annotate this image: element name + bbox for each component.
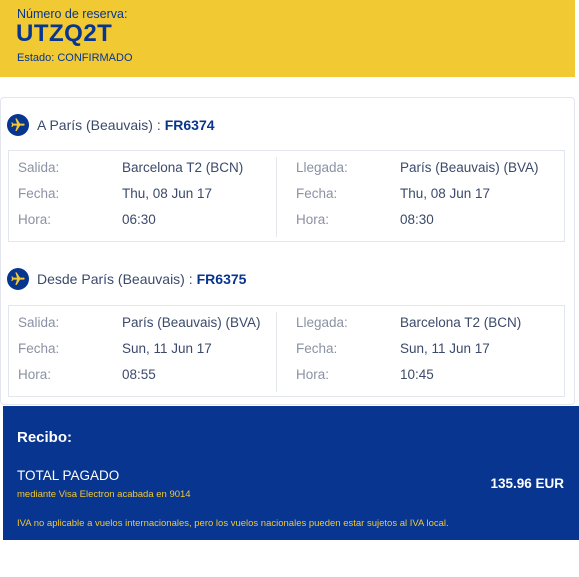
outbound-flight-number: FR6374 [164,117,215,133]
arrival-date: Sun, 11 Jun 17 [400,341,490,356]
departure-time-label: Hora: [18,212,52,227]
flights-card: A París (Beauvais) : FR6374 Salida: Barc… [0,97,575,405]
plane-icon [7,114,29,136]
arrival-label: Llegada: [296,160,348,175]
departure-date-label: Fecha: [18,341,60,356]
total-amount: 135.96 EUR [490,476,564,491]
departure-date: Thu, 08 Jun 17 [122,186,213,201]
reservation-number-label: Número de reserva: [17,7,128,21]
arrival-time: 10:45 [400,367,434,382]
column-divider [276,157,277,237]
outbound-destination: A París (Beauvais) : [37,117,161,133]
arrival-airport: Barcelona T2 (BCN) [400,315,522,330]
receipt-panel: Recibo: TOTAL PAGADO 135.96 EUR mediante… [3,406,579,540]
return-flight-title: Desde París (Beauvais) : FR6375 [7,268,246,290]
payment-method: mediante Visa Electron acabada en 9014 [17,489,191,500]
departure-date-label: Fecha: [18,186,60,201]
reservation-code: UTZQ2T [16,20,113,47]
arrival-date: Thu, 08 Jun 17 [400,186,491,201]
departure-date: Sun, 11 Jun 17 [122,341,212,356]
arrival-date-label: Fecha: [296,341,338,356]
arrival-time-label: Hora: [296,367,330,382]
return-origin: Desde París (Beauvais) : [37,271,193,287]
departure-label: Salida: [18,160,60,175]
column-divider [276,312,277,392]
vat-note: IVA no aplicable a vuelos internacionale… [17,518,449,529]
outbound-flight-title: A París (Beauvais) : FR6374 [7,114,215,136]
return-details: Salida: París (Beauvais) (BVA) Fecha: Su… [8,305,565,397]
departure-time-label: Hora: [18,367,52,382]
arrival-date-label: Fecha: [296,186,338,201]
arrival-airport: París (Beauvais) (BVA) [400,160,539,175]
plane-icon [7,268,29,290]
departure-time: 08:55 [122,367,156,382]
departure-airport: Barcelona T2 (BCN) [122,160,244,175]
arrival-time-label: Hora: [296,212,330,227]
departure-label: Salida: [18,315,60,330]
outbound-details: Salida: Barcelona T2 (BCN) Fecha: Thu, 0… [8,150,565,242]
total-paid-label: TOTAL PAGADO [17,468,120,483]
reservation-header: Número de reserva: UTZQ2T Estado: CONFIR… [0,0,575,77]
return-flight-number: FR6375 [196,271,247,287]
receipt-title: Recibo: [17,429,73,446]
departure-airport: París (Beauvais) (BVA) [122,315,261,330]
reservation-status: Estado: CONFIRMADO [17,52,133,64]
arrival-label: Llegada: [296,315,348,330]
departure-time: 06:30 [122,212,156,227]
arrival-time: 08:30 [400,212,434,227]
